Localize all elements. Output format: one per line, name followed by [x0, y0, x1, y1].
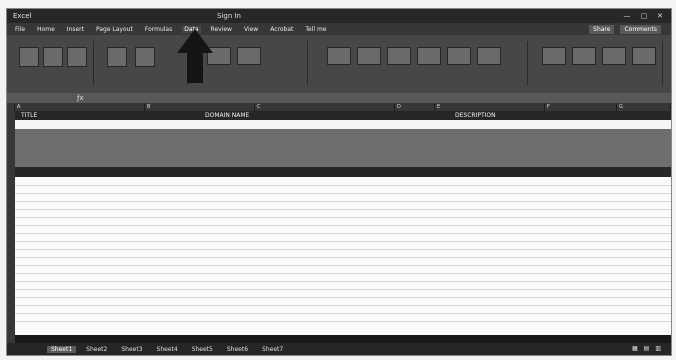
- title-center: Sign In: [217, 12, 241, 20]
- ribbon-right: Share Comments: [589, 25, 661, 34]
- tab-file[interactable]: File: [13, 26, 27, 33]
- status-icons: ▦ ▤ ▥: [632, 345, 661, 352]
- title-left: Excel: [13, 12, 32, 20]
- spreadsheet: A B C D E F G TITLE DOMAIN NAME DESCRIPT…: [7, 103, 671, 343]
- comments-button[interactable]: Comments: [620, 25, 661, 34]
- pointer-arrow-icon: [177, 29, 213, 83]
- page-break-icon[interactable]: ▥: [655, 345, 661, 352]
- from-web-icon[interactable]: [67, 47, 87, 67]
- from-text-icon[interactable]: [43, 47, 63, 67]
- maximize-icon[interactable]: □: [641, 12, 648, 20]
- tab-tell-me[interactable]: Tell me: [303, 26, 328, 33]
- col-c[interactable]: C: [255, 103, 395, 111]
- sheet-tab-5[interactable]: Sheet5: [188, 346, 217, 353]
- ribbon-tabs: File Home Insert Page Layout Formulas Da…: [7, 23, 671, 35]
- title-bar: Excel Sign In — □ ✕: [7, 9, 671, 23]
- formula-bar[interactable]: ƒx: [7, 93, 671, 103]
- data-rows: [15, 177, 671, 335]
- corner-cell[interactable]: [7, 103, 15, 111]
- autosave-label: Excel: [13, 12, 32, 20]
- sheet-tab-7[interactable]: Sheet7: [258, 346, 287, 353]
- col-a[interactable]: A: [15, 103, 145, 111]
- sheet-tab-3[interactable]: Sheet3: [117, 346, 146, 353]
- sheet-tabs: Sheet1 Sheet2 Sheet3 Sheet4 Sheet5 Sheet…: [7, 343, 671, 355]
- tab-acrobat[interactable]: Acrobat: [268, 26, 295, 33]
- queries-icon[interactable]: [135, 47, 155, 67]
- band-row: [15, 167, 671, 177]
- refresh-all-icon[interactable]: [107, 47, 127, 67]
- table-row[interactable]: [15, 313, 671, 322]
- row-numbers: [7, 111, 15, 343]
- flash-fill-icon[interactable]: [357, 47, 381, 65]
- sheet-tab-4[interactable]: Sheet4: [153, 346, 182, 353]
- header-domain-name: DOMAIN NAME: [205, 112, 250, 119]
- filter-icon[interactable]: [237, 47, 261, 65]
- sheet-tab-6[interactable]: Sheet6: [223, 346, 252, 353]
- header-description: DESCRIPTION: [455, 112, 496, 119]
- photo-frame: Excel Sign In — □ ✕ File Home Insert Pag…: [6, 8, 672, 356]
- gray-band: [15, 129, 671, 167]
- window-controls: — □ ✕: [624, 12, 664, 20]
- page-layout-icon[interactable]: ▤: [644, 345, 650, 352]
- header-title: TITLE: [21, 112, 38, 119]
- tab-home[interactable]: Home: [35, 26, 57, 33]
- ungroup-icon[interactable]: [632, 47, 656, 65]
- tab-page-layout[interactable]: Page Layout: [94, 26, 135, 33]
- ribbon-group-1: [13, 41, 94, 85]
- forecast-sheet-icon[interactable]: [572, 47, 596, 65]
- col-b[interactable]: B: [145, 103, 255, 111]
- tab-view[interactable]: View: [242, 26, 260, 33]
- minimize-icon[interactable]: —: [624, 12, 631, 20]
- get-data-icon[interactable]: [19, 47, 39, 67]
- col-f[interactable]: F: [545, 103, 617, 111]
- group-icon[interactable]: [602, 47, 626, 65]
- ribbon: [7, 35, 671, 94]
- sheet-tab-2[interactable]: Sheet2: [82, 346, 111, 353]
- text-to-columns-icon[interactable]: [327, 47, 351, 65]
- remove-duplicates-icon[interactable]: [387, 47, 411, 65]
- tab-formulas[interactable]: Formulas: [143, 26, 174, 33]
- col-d[interactable]: D: [395, 103, 435, 111]
- col-g[interactable]: G: [617, 103, 671, 111]
- column-headers: A B C D E F G: [7, 103, 671, 111]
- header-row: TITLE DOMAIN NAME DESCRIPTION: [15, 111, 671, 120]
- ribbon-group-4: [317, 41, 528, 85]
- fx-icon: ƒx: [77, 94, 84, 102]
- relationships-icon[interactable]: [477, 47, 501, 65]
- normal-view-icon[interactable]: ▦: [632, 345, 638, 352]
- ribbon-group-5: [532, 41, 663, 85]
- highlight-row: [15, 120, 671, 129]
- col-e[interactable]: E: [435, 103, 545, 111]
- consolidate-icon[interactable]: [447, 47, 471, 65]
- data-validation-icon[interactable]: [417, 47, 441, 65]
- share-button[interactable]: Share: [589, 25, 615, 34]
- sheet-tab-1[interactable]: Sheet1: [47, 345, 77, 353]
- tab-insert[interactable]: Insert: [65, 26, 86, 33]
- what-if-icon[interactable]: [542, 47, 566, 65]
- close-icon[interactable]: ✕: [657, 12, 663, 20]
